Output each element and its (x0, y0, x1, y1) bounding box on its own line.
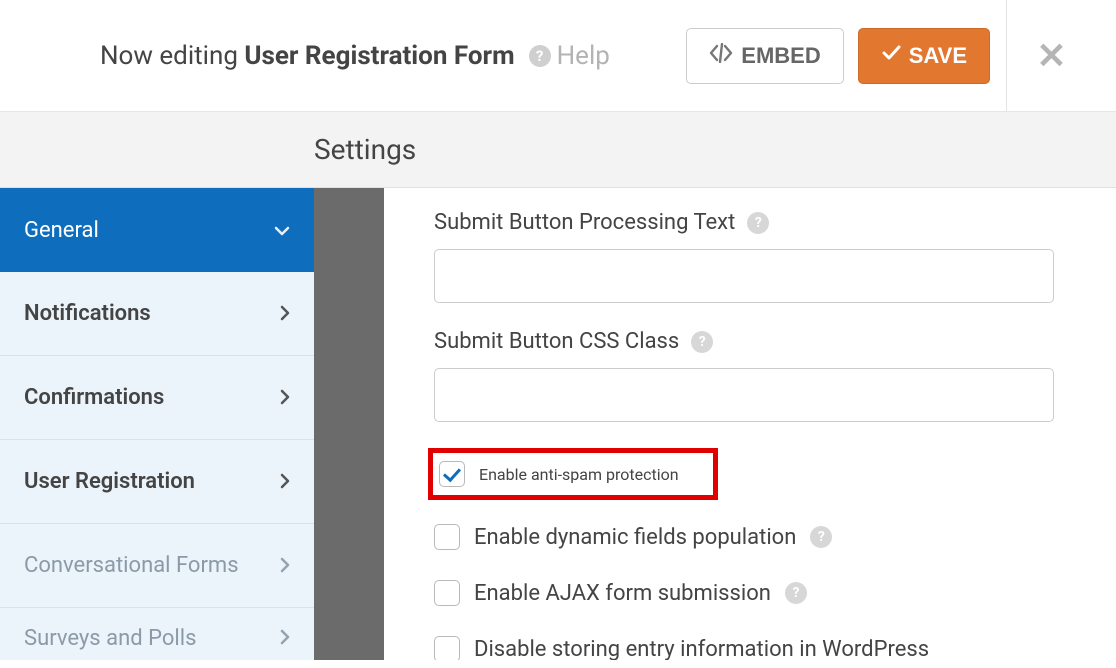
sidebar-item-conversational-forms[interactable]: Conversational Forms (0, 524, 314, 608)
field-label: Submit Button CSS Class (434, 329, 679, 354)
check-icon (881, 43, 901, 69)
title-prefix: Now editing (100, 41, 244, 71)
sidebar-item-notifications[interactable]: Notifications (0, 272, 314, 356)
row-disable-storing: Disable storing entry information in Wor… (434, 630, 1066, 660)
help-icon: ? (529, 45, 551, 67)
antispam-checkbox[interactable] (439, 461, 465, 487)
sidebar-item-user-registration[interactable]: User Registration (0, 440, 314, 524)
help-link[interactable]: ? Help (529, 41, 610, 71)
dynamic-population-label: Enable dynamic fields population (474, 525, 796, 550)
gutter (314, 188, 384, 660)
main: General Notifications Confirmations User… (0, 188, 1116, 660)
chevron-right-icon (280, 302, 290, 326)
field-submit-processing-text: Submit Button Processing Text ? (434, 210, 1066, 303)
sidebar-item-label: General (24, 218, 99, 243)
ajax-submission-label: Enable AJAX form submission (474, 581, 771, 606)
chevron-right-icon (280, 386, 290, 410)
code-icon (709, 43, 733, 69)
save-label: SAVE (909, 43, 967, 69)
embed-button[interactable]: EMBED (686, 28, 843, 84)
save-button[interactable]: SAVE (858, 28, 990, 84)
field-label: Submit Button Processing Text (434, 210, 735, 235)
submit-processing-text-input[interactable] (434, 249, 1054, 303)
row-ajax-submission: Enable AJAX form submission ? (434, 574, 1066, 612)
disable-storing-label: Disable storing entry information in Wor… (474, 637, 929, 661)
help-label: Help (557, 41, 610, 71)
ajax-submission-checkbox[interactable] (434, 580, 460, 606)
highlight-box: Enable anti-spam protection (428, 448, 718, 500)
section-title-strip: Settings (0, 112, 1116, 188)
help-icon[interactable]: ? (691, 331, 713, 353)
field-submit-css-class: Submit Button CSS Class ? (434, 329, 1066, 422)
form-name: User Registration Form (244, 41, 514, 71)
help-icon[interactable]: ? (810, 526, 832, 548)
help-icon[interactable]: ? (785, 582, 807, 604)
chevron-down-icon (274, 218, 290, 242)
sidebar-item-confirmations[interactable]: Confirmations (0, 356, 314, 440)
antispam-label: Enable anti-spam protection (479, 465, 679, 484)
dynamic-population-checkbox[interactable] (434, 524, 460, 550)
chevron-right-icon (280, 626, 290, 650)
sidebar-item-general[interactable]: General (0, 188, 314, 272)
embed-label: EMBED (741, 43, 820, 69)
submit-css-class-input[interactable] (434, 368, 1054, 422)
settings-sidebar: General Notifications Confirmations User… (0, 188, 314, 660)
topbar: Now editing User Registration Form ? Hel… (0, 0, 1116, 112)
help-icon[interactable]: ? (747, 212, 769, 234)
sidebar-item-label: Notifications (24, 301, 151, 326)
close-column: ✕ (1006, 0, 1096, 111)
disable-storing-checkbox[interactable] (434, 636, 460, 660)
settings-panel: Submit Button Processing Text ? Submit B… (384, 188, 1116, 660)
sidebar-item-label: Conversational Forms (24, 553, 239, 578)
sidebar-item-label: Surveys and Polls (24, 626, 196, 651)
row-dynamic-population: Enable dynamic fields population ? (434, 518, 1066, 556)
page-title: Now editing User Registration Form (100, 41, 515, 71)
close-icon[interactable]: ✕ (1036, 35, 1066, 77)
chevron-right-icon (280, 554, 290, 578)
sidebar-item-label: User Registration (24, 469, 195, 494)
sidebar-item-surveys-polls[interactable]: Surveys and Polls (0, 608, 314, 668)
chevron-right-icon (280, 470, 290, 494)
section-title: Settings (314, 133, 416, 166)
sidebar-item-label: Confirmations (24, 385, 164, 410)
